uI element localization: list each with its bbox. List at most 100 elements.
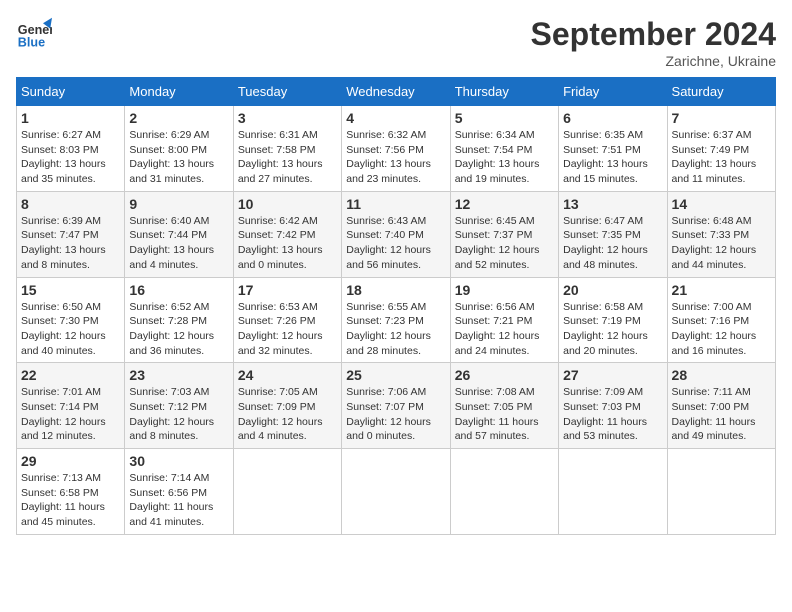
day-info: Sunrise: 6:48 AMSunset: 7:33 PMDaylight:… — [672, 214, 771, 273]
weekday-header: Wednesday — [342, 78, 450, 106]
day-info: Sunrise: 6:31 AMSunset: 7:58 PMDaylight:… — [238, 128, 337, 187]
day-number: 8 — [21, 196, 120, 212]
day-info: Sunrise: 7:00 AMSunset: 7:16 PMDaylight:… — [672, 300, 771, 359]
day-info: Sunrise: 6:37 AMSunset: 7:49 PMDaylight:… — [672, 128, 771, 187]
day-info: Sunrise: 6:35 AMSunset: 7:51 PMDaylight:… — [563, 128, 662, 187]
calendar-cell: 6 Sunrise: 6:35 AMSunset: 7:51 PMDayligh… — [559, 106, 667, 192]
day-info: Sunrise: 7:03 AMSunset: 7:12 PMDaylight:… — [129, 385, 228, 444]
day-info: Sunrise: 6:53 AMSunset: 7:26 PMDaylight:… — [238, 300, 337, 359]
calendar-cell: 24 Sunrise: 7:05 AMSunset: 7:09 PMDaylig… — [233, 363, 341, 449]
calendar-cell: 26 Sunrise: 7:08 AMSunset: 7:05 PMDaylig… — [450, 363, 558, 449]
day-number: 20 — [563, 282, 662, 298]
calendar-cell: 2 Sunrise: 6:29 AMSunset: 8:00 PMDayligh… — [125, 106, 233, 192]
title-area: September 2024 Zarichne, Ukraine — [531, 16, 776, 69]
day-info: Sunrise: 7:05 AMSunset: 7:09 PMDaylight:… — [238, 385, 337, 444]
day-info: Sunrise: 7:06 AMSunset: 7:07 PMDaylight:… — [346, 385, 445, 444]
logo-icon: General Blue — [16, 16, 52, 52]
day-number: 7 — [672, 110, 771, 126]
calendar-cell: 4 Sunrise: 6:32 AMSunset: 7:56 PMDayligh… — [342, 106, 450, 192]
calendar-cell: 25 Sunrise: 7:06 AMSunset: 7:07 PMDaylig… — [342, 363, 450, 449]
calendar-cell: 22 Sunrise: 7:01 AMSunset: 7:14 PMDaylig… — [17, 363, 125, 449]
logo: General Blue — [16, 16, 52, 52]
day-number: 27 — [563, 367, 662, 383]
calendar-week-row: 15 Sunrise: 6:50 AMSunset: 7:30 PMDaylig… — [17, 277, 776, 363]
weekday-header: Monday — [125, 78, 233, 106]
day-info: Sunrise: 6:50 AMSunset: 7:30 PMDaylight:… — [21, 300, 120, 359]
day-number: 26 — [455, 367, 554, 383]
day-number: 29 — [21, 453, 120, 469]
day-info: Sunrise: 6:55 AMSunset: 7:23 PMDaylight:… — [346, 300, 445, 359]
day-info: Sunrise: 6:47 AMSunset: 7:35 PMDaylight:… — [563, 214, 662, 273]
calendar-cell: 16 Sunrise: 6:52 AMSunset: 7:28 PMDaylig… — [125, 277, 233, 363]
calendar-cell: 7 Sunrise: 6:37 AMSunset: 7:49 PMDayligh… — [667, 106, 775, 192]
day-info: Sunrise: 6:58 AMSunset: 7:19 PMDaylight:… — [563, 300, 662, 359]
day-info: Sunrise: 6:29 AMSunset: 8:00 PMDaylight:… — [129, 128, 228, 187]
day-info: Sunrise: 7:09 AMSunset: 7:03 PMDaylight:… — [563, 385, 662, 444]
day-number: 12 — [455, 196, 554, 212]
weekday-header: Thursday — [450, 78, 558, 106]
calendar-cell: 23 Sunrise: 7:03 AMSunset: 7:12 PMDaylig… — [125, 363, 233, 449]
weekday-header: Saturday — [667, 78, 775, 106]
day-info: Sunrise: 6:45 AMSunset: 7:37 PMDaylight:… — [455, 214, 554, 273]
day-number: 5 — [455, 110, 554, 126]
day-info: Sunrise: 6:43 AMSunset: 7:40 PMDaylight:… — [346, 214, 445, 273]
page-header: General Blue September 2024 Zarichne, Uk… — [16, 16, 776, 69]
day-number: 9 — [129, 196, 228, 212]
weekday-header: Sunday — [17, 78, 125, 106]
day-number: 4 — [346, 110, 445, 126]
calendar-cell: 27 Sunrise: 7:09 AMSunset: 7:03 PMDaylig… — [559, 363, 667, 449]
calendar-cell — [559, 449, 667, 535]
day-info: Sunrise: 7:11 AMSunset: 7:00 PMDaylight:… — [672, 385, 771, 444]
calendar-cell: 9 Sunrise: 6:40 AMSunset: 7:44 PMDayligh… — [125, 191, 233, 277]
day-number: 17 — [238, 282, 337, 298]
day-info: Sunrise: 6:40 AMSunset: 7:44 PMDaylight:… — [129, 214, 228, 273]
calendar-cell: 8 Sunrise: 6:39 AMSunset: 7:47 PMDayligh… — [17, 191, 125, 277]
calendar-cell: 5 Sunrise: 6:34 AMSunset: 7:54 PMDayligh… — [450, 106, 558, 192]
day-info: Sunrise: 6:52 AMSunset: 7:28 PMDaylight:… — [129, 300, 228, 359]
day-number: 10 — [238, 196, 337, 212]
calendar-cell — [450, 449, 558, 535]
calendar-week-row: 8 Sunrise: 6:39 AMSunset: 7:47 PMDayligh… — [17, 191, 776, 277]
weekday-header-row: SundayMondayTuesdayWednesdayThursdayFrid… — [17, 78, 776, 106]
calendar-cell: 28 Sunrise: 7:11 AMSunset: 7:00 PMDaylig… — [667, 363, 775, 449]
day-number: 2 — [129, 110, 228, 126]
calendar-cell: 1 Sunrise: 6:27 AMSunset: 8:03 PMDayligh… — [17, 106, 125, 192]
day-number: 1 — [21, 110, 120, 126]
day-info: Sunrise: 7:13 AMSunset: 6:58 PMDaylight:… — [21, 471, 120, 530]
location-subtitle: Zarichne, Ukraine — [531, 53, 776, 69]
day-number: 22 — [21, 367, 120, 383]
calendar-cell: 29 Sunrise: 7:13 AMSunset: 6:58 PMDaylig… — [17, 449, 125, 535]
calendar-cell: 18 Sunrise: 6:55 AMSunset: 7:23 PMDaylig… — [342, 277, 450, 363]
day-info: Sunrise: 7:08 AMSunset: 7:05 PMDaylight:… — [455, 385, 554, 444]
calendar-cell: 12 Sunrise: 6:45 AMSunset: 7:37 PMDaylig… — [450, 191, 558, 277]
day-number: 13 — [563, 196, 662, 212]
day-number: 24 — [238, 367, 337, 383]
calendar-cell: 14 Sunrise: 6:48 AMSunset: 7:33 PMDaylig… — [667, 191, 775, 277]
day-info: Sunrise: 7:14 AMSunset: 6:56 PMDaylight:… — [129, 471, 228, 530]
calendar-cell: 30 Sunrise: 7:14 AMSunset: 6:56 PMDaylig… — [125, 449, 233, 535]
day-number: 23 — [129, 367, 228, 383]
day-info: Sunrise: 6:32 AMSunset: 7:56 PMDaylight:… — [346, 128, 445, 187]
calendar-cell: 20 Sunrise: 6:58 AMSunset: 7:19 PMDaylig… — [559, 277, 667, 363]
calendar-cell: 13 Sunrise: 6:47 AMSunset: 7:35 PMDaylig… — [559, 191, 667, 277]
day-number: 3 — [238, 110, 337, 126]
day-number: 19 — [455, 282, 554, 298]
day-number: 15 — [21, 282, 120, 298]
day-number: 18 — [346, 282, 445, 298]
day-number: 28 — [672, 367, 771, 383]
day-number: 14 — [672, 196, 771, 212]
svg-text:Blue: Blue — [18, 36, 45, 50]
day-info: Sunrise: 6:27 AMSunset: 8:03 PMDaylight:… — [21, 128, 120, 187]
calendar-cell — [233, 449, 341, 535]
calendar-week-row: 29 Sunrise: 7:13 AMSunset: 6:58 PMDaylig… — [17, 449, 776, 535]
month-title: September 2024 — [531, 16, 776, 53]
calendar-cell — [667, 449, 775, 535]
calendar-week-row: 22 Sunrise: 7:01 AMSunset: 7:14 PMDaylig… — [17, 363, 776, 449]
day-number: 11 — [346, 196, 445, 212]
calendar-cell: 10 Sunrise: 6:42 AMSunset: 7:42 PMDaylig… — [233, 191, 341, 277]
day-number: 21 — [672, 282, 771, 298]
day-number: 25 — [346, 367, 445, 383]
calendar-table: SundayMondayTuesdayWednesdayThursdayFrid… — [16, 77, 776, 535]
calendar-cell: 11 Sunrise: 6:43 AMSunset: 7:40 PMDaylig… — [342, 191, 450, 277]
calendar-cell — [342, 449, 450, 535]
